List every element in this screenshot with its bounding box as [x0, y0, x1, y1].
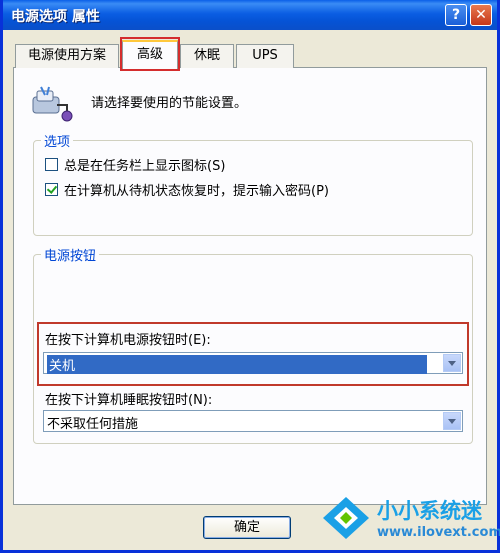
properties-window: 电源选项 属性 ? ✕ 电源使用方案 高级 休眠 UPS 请选择要使用的节能设置…: [0, 0, 500, 553]
title-bar[interactable]: 电源选项 属性 ? ✕: [3, 0, 497, 30]
intro-text: 请选择要使用的节能设置。: [91, 96, 248, 111]
tab-advanced[interactable]: 高级: [122, 40, 178, 70]
tab-power-schemes[interactable]: 电源使用方案: [15, 44, 119, 68]
prompt-password-checkbox-row[interactable]: 在计算机从待机状态恢复时，提示输入密码(P): [45, 180, 329, 199]
watermark-site: www.ilovext.com: [377, 525, 500, 540]
sleep-button-action-value: 不采取任何措施: [47, 417, 139, 432]
ok-button[interactable]: 确定: [203, 516, 291, 539]
help-button[interactable]: ?: [445, 4, 467, 26]
power-button-action-value: 关机: [47, 355, 427, 374]
window-title: 电源选项 属性: [11, 9, 100, 25]
close-button[interactable]: ✕: [470, 4, 492, 26]
chevron-down-icon[interactable]: [443, 354, 461, 372]
site-watermark: 小小系统迷 www.ilovext.com: [319, 493, 500, 549]
watermark-brand: 小小系统迷: [377, 499, 482, 523]
power-button-label: 在按下计算机电源按钮时(E):: [45, 333, 211, 348]
show-icon-label: 总是在任务栏上显示图标(S): [64, 159, 226, 174]
power-button-action-select[interactable]: 关机: [43, 352, 463, 374]
show-icon-checkbox[interactable]: [45, 158, 58, 171]
power-buttons-group-title: 电源按钮: [41, 245, 100, 264]
prompt-password-label: 在计算机从待机状态恢复时，提示输入密码(P): [64, 184, 329, 199]
show-icon-checkbox-row[interactable]: 总是在任务栏上显示图标(S): [45, 155, 225, 174]
sleep-button-label: 在按下计算机睡眠按钮时(N):: [45, 393, 213, 408]
chevron-down-icon[interactable]: [443, 412, 461, 430]
power-options-icon: [27, 83, 75, 127]
tab-hibernate[interactable]: 休眠: [180, 44, 234, 68]
prompt-password-checkbox[interactable]: [45, 183, 58, 196]
watermark-logo-icon: [323, 497, 369, 539]
tab-ups[interactable]: UPS: [236, 44, 294, 68]
sleep-button-action-select[interactable]: 不采取任何措施: [43, 410, 463, 432]
options-group-title: 选项: [41, 131, 74, 150]
